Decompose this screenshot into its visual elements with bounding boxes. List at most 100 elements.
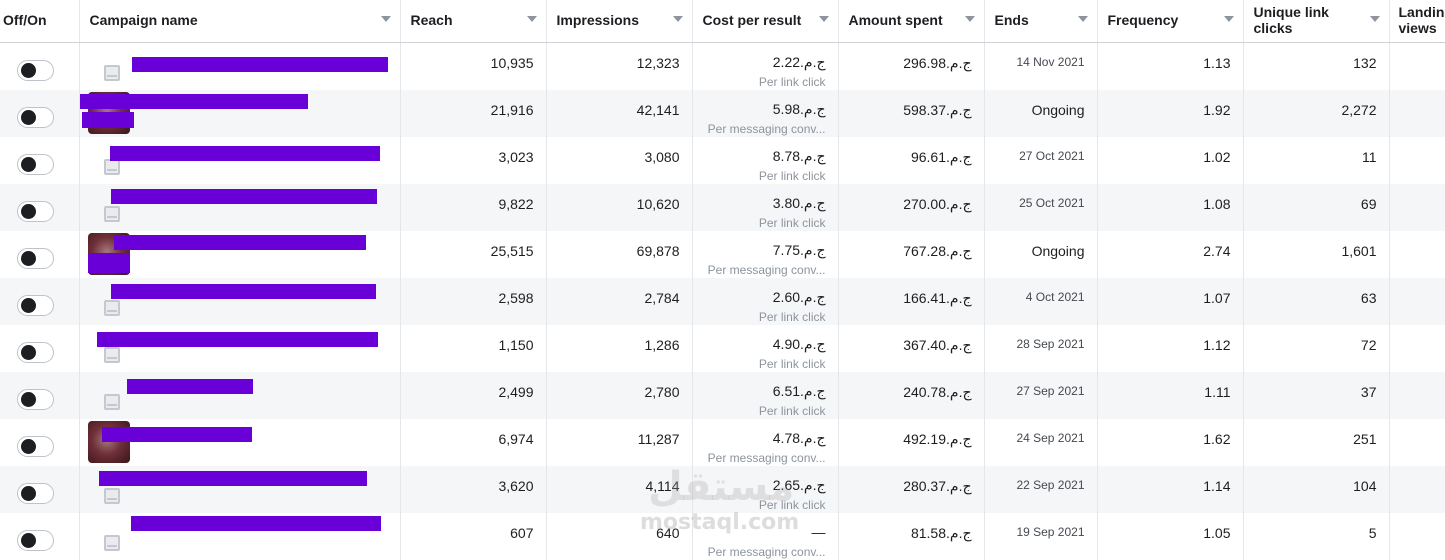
table-row[interactable]: 9,82210,620ج.م.3.80Per link clickج.م.270… (0, 184, 1445, 231)
impressions-value: 2,784 (546, 278, 692, 325)
unique-link-clicks-value: 1,601 (1243, 231, 1389, 278)
redacted-campaign-name[interactable] (102, 427, 252, 442)
campaign-toggle-switch[interactable] (17, 201, 54, 222)
redacted-campaign-name[interactable] (111, 189, 377, 204)
caret-down-icon[interactable] (1078, 16, 1088, 22)
campaigns-table: Off/On Campaign name Reach Impressions C… (0, 0, 1445, 560)
campaign-toggle-switch[interactable] (17, 295, 54, 316)
column-header-unique-link-clicks[interactable]: Unique link clicks (1243, 0, 1389, 42)
redacted-campaign-name[interactable] (127, 379, 253, 394)
column-header-ends[interactable]: Ends (984, 0, 1097, 42)
table-row[interactable]: 25,51569,878ج.م.7.75Per messaging conv..… (0, 231, 1445, 278)
redacted-campaign-name[interactable] (97, 332, 378, 347)
ends-value: 27 Oct 2021 (984, 137, 1097, 184)
toggle-cell (0, 137, 79, 184)
column-header-reach[interactable]: Reach (400, 0, 546, 42)
campaign-type-icon (104, 159, 120, 175)
redacted-campaign-name[interactable] (111, 284, 376, 299)
table-row[interactable]: 2,5982,784ج.م.2.60Per link clickج.م.166.… (0, 278, 1445, 325)
toggle-knob (21, 110, 36, 125)
reach-value: 607 (400, 513, 546, 560)
caret-down-icon[interactable] (527, 16, 537, 22)
toggle-cell (0, 325, 79, 372)
toggle-knob (21, 439, 36, 454)
campaign-name-cell[interactable] (79, 325, 400, 372)
campaign-name-cell[interactable] (79, 90, 400, 137)
cost-per-result-type: Per messaging conv... (693, 450, 826, 466)
table-row[interactable]: 2,4992,780ج.م.6.51Per link clickج.م.240.… (0, 372, 1445, 419)
landing-views-value (1389, 137, 1445, 184)
redacted-campaign-name[interactable] (80, 94, 308, 109)
column-header-label: Unique link clicks (1244, 0, 1389, 36)
campaign-toggle-switch[interactable] (17, 389, 54, 410)
column-header-off-on[interactable]: Off/On (0, 0, 79, 42)
column-header-landing-views[interactable]: Landing views (1389, 0, 1445, 42)
cost-per-result-cell: —Per messaging conv... (692, 513, 838, 560)
ends-value: 27 Sep 2021 (984, 372, 1097, 419)
caret-down-icon[interactable] (819, 16, 829, 22)
toggle-cell (0, 231, 79, 278)
table-row[interactable]: 607640—Per messaging conv...ج.م.81.5819 … (0, 513, 1445, 560)
campaign-type-icon (104, 394, 120, 410)
redacted-campaign-name[interactable] (131, 516, 381, 531)
frequency-value: 1.92 (1097, 90, 1243, 137)
toggle-cell (0, 42, 79, 90)
campaign-toggle-switch[interactable] (17, 436, 54, 457)
campaign-name-cell[interactable] (79, 278, 400, 325)
campaign-name-cell[interactable] (79, 466, 400, 513)
campaign-name-cell[interactable] (79, 42, 400, 90)
caret-down-icon[interactable] (1370, 16, 1380, 22)
toggle-knob (21, 298, 36, 313)
landing-views-value (1389, 466, 1445, 513)
campaign-toggle-switch[interactable] (17, 60, 54, 81)
cost-per-result-type: Per messaging conv... (693, 121, 826, 137)
landing-views-value (1389, 90, 1445, 137)
caret-down-icon[interactable] (381, 16, 391, 22)
column-header-frequency[interactable]: Frequency (1097, 0, 1243, 42)
redacted-campaign-name[interactable] (99, 471, 367, 486)
redacted-campaign-name[interactable] (114, 235, 366, 250)
campaign-name-cell[interactable] (79, 137, 400, 184)
campaign-toggle-switch[interactable] (17, 154, 54, 175)
campaign-name-cell[interactable] (79, 231, 400, 278)
caret-down-icon[interactable] (1224, 16, 1234, 22)
campaign-name-cell[interactable] (79, 419, 400, 466)
amount-spent-value: ج.م.240.78 (838, 372, 984, 419)
cost-per-result-value: ج.م.7.75 (693, 242, 826, 259)
impressions-value: 42,141 (546, 90, 692, 137)
table-row[interactable]: 10,93512,323ج.م.2.22Per link clickج.م.29… (0, 42, 1445, 90)
table-row[interactable]: 1,1501,286ج.م.4.90Per link clickج.م.367.… (0, 325, 1445, 372)
campaign-toggle-switch[interactable] (17, 342, 54, 363)
campaign-name-cell[interactable] (79, 372, 400, 419)
campaign-name-cell[interactable] (79, 513, 400, 560)
column-header-cost-per-result[interactable]: Cost per result (692, 0, 838, 42)
campaign-toggle-switch[interactable] (17, 530, 54, 551)
reach-value: 10,935 (400, 42, 546, 90)
impressions-value: 3,080 (546, 137, 692, 184)
impressions-value: 69,878 (546, 231, 692, 278)
campaign-toggle-switch[interactable] (17, 248, 54, 269)
caret-down-icon[interactable] (965, 16, 975, 22)
campaign-toggle-switch[interactable] (17, 107, 54, 128)
toggle-cell (0, 466, 79, 513)
campaign-toggle-switch[interactable] (17, 483, 54, 504)
column-header-impressions[interactable]: Impressions (546, 0, 692, 42)
table-row[interactable]: 6,97411,287ج.م.4.78Per messaging conv...… (0, 419, 1445, 466)
table-row[interactable]: 3,6204,114ج.م.2.65Per link clickج.م.280.… (0, 466, 1445, 513)
redacted-campaign-name[interactable] (132, 57, 388, 72)
campaign-type-icon (104, 206, 120, 222)
landing-views-value (1389, 42, 1445, 90)
cost-per-result-cell: ج.م.2.60Per link click (692, 278, 838, 325)
amount-spent-value: ج.م.280.37 (838, 466, 984, 513)
cost-per-result-cell: ج.م.8.78Per link click (692, 137, 838, 184)
column-header-amount-spent[interactable]: Amount spent (838, 0, 984, 42)
redacted-campaign-name[interactable] (110, 146, 380, 161)
table-row[interactable]: 21,91642,141ج.م.5.98Per messaging conv..… (0, 90, 1445, 137)
unique-link-clicks-value: 11 (1243, 137, 1389, 184)
campaign-name-cell[interactable] (79, 184, 400, 231)
landing-views-value (1389, 372, 1445, 419)
toggle-knob (21, 63, 36, 78)
table-row[interactable]: 3,0233,080ج.م.8.78Per link clickج.م.96.6… (0, 137, 1445, 184)
column-header-campaign-name[interactable]: Campaign name (79, 0, 400, 42)
caret-down-icon[interactable] (673, 16, 683, 22)
